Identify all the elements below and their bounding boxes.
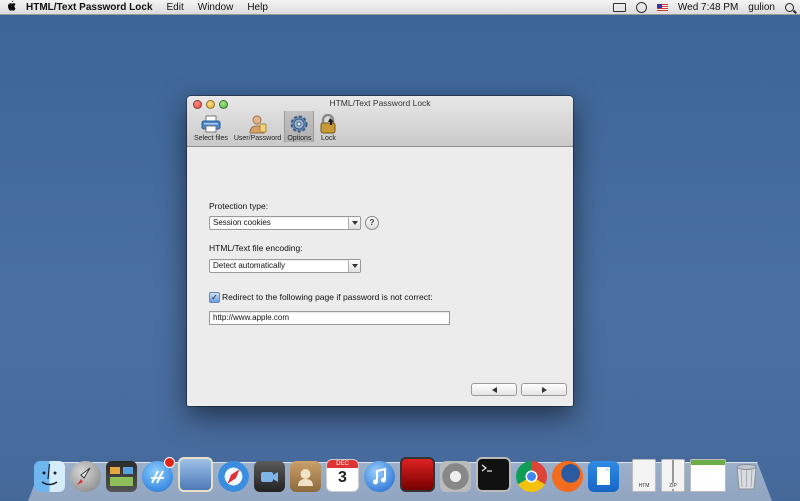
encoding-label: HTML/Text file encoding: [209, 243, 303, 253]
menu-edit[interactable]: Edit [167, 2, 184, 13]
calendar-day: 3 [338, 469, 347, 486]
redirect-checkbox[interactable]: ✓ [209, 292, 220, 303]
mission-control-icon[interactable] [106, 461, 137, 492]
file-label: ZIP [662, 483, 684, 489]
redirect-url-value: http://www.apple.com [213, 313, 290, 322]
next-button[interactable] [521, 383, 567, 396]
toolbar-label: Options [287, 135, 312, 142]
window-title: HTML/Text Password Lock [329, 98, 431, 108]
calendar-month: DEC [327, 460, 358, 468]
toolbar-label: Select files [194, 135, 228, 142]
toolbar-label: User/Password [233, 135, 282, 142]
apple-menu-icon[interactable] [0, 0, 22, 14]
safari-icon[interactable] [218, 461, 249, 492]
display-icon[interactable] [612, 2, 626, 12]
chevron-down-icon [348, 260, 360, 272]
document-app-icon[interactable] [588, 461, 619, 492]
app-menu[interactable]: HTML/Text Password Lock [26, 2, 153, 13]
user-key-icon [247, 114, 269, 134]
menu-help[interactable]: Help [247, 2, 268, 13]
input-source-flag-icon[interactable] [656, 3, 668, 11]
time-machine-icon[interactable] [635, 1, 647, 13]
toolbar-label: Lock [321, 135, 336, 142]
encoding-select[interactable]: Detect automatically [209, 259, 361, 273]
back-button[interactable] [471, 383, 517, 396]
protection-type-label: Protection type: [209, 201, 269, 211]
protection-type-value: Session cookies [213, 218, 271, 227]
app-store-icon[interactable] [142, 457, 175, 492]
toolbar-select-files[interactable]: Select files [191, 111, 231, 142]
web-page-icon[interactable] [690, 459, 726, 492]
photo-booth-icon[interactable] [400, 457, 435, 492]
chrome-icon[interactable] [516, 461, 547, 492]
arrow-right-icon [541, 386, 547, 393]
window-toolbar: HTML/Text Password Lock Select files Use… [187, 96, 573, 147]
itunes-icon[interactable] [364, 461, 395, 492]
spotlight-search-icon[interactable] [785, 2, 794, 12]
menu-user[interactable]: gulion [748, 2, 775, 13]
system-preferences-icon[interactable] [440, 461, 471, 492]
notification-badge [164, 457, 175, 468]
redirect-label: Redirect to the following page if passwo… [222, 292, 433, 302]
lock-icon [317, 114, 339, 134]
toolbar-lock[interactable]: Lock [314, 111, 342, 142]
file-label: HTM [638, 483, 650, 489]
toolbar-options[interactable]: Options [284, 111, 315, 142]
app-window: HTML/Text Password Lock Select files Use… [187, 96, 573, 406]
gear-icon [288, 114, 310, 134]
terminal-icon[interactable] [476, 457, 511, 492]
protection-type-select[interactable]: Session cookies [209, 216, 361, 230]
calendar-icon[interactable]: DEC 3 [326, 459, 359, 492]
menu-bar: HTML/Text Password Lock Edit Window Help… [0, 0, 800, 15]
facetime-icon[interactable] [254, 461, 285, 492]
trash-icon[interactable] [731, 461, 762, 492]
finder-icon[interactable] [34, 461, 65, 492]
encoding-value: Detect automatically [213, 261, 286, 270]
contacts-icon[interactable] [290, 461, 321, 492]
menu-window[interactable]: Window [198, 2, 234, 13]
arrow-left-icon [491, 386, 497, 393]
options-panel: Protection type: Session cookies ? HTML/… [187, 147, 573, 406]
firefox-icon[interactable] [552, 461, 583, 492]
launchpad-icon[interactable] [70, 461, 101, 492]
toolbar-user-password[interactable]: User/Password [231, 111, 284, 142]
zip-file-icon[interactable]: ZIP [661, 459, 685, 492]
chevron-down-icon [348, 217, 360, 229]
htm-file-icon[interactable]: HTM [632, 459, 656, 492]
preview-icon[interactable] [178, 457, 213, 492]
menu-clock[interactable]: Wed 7:48 PM [678, 2, 738, 13]
help-button[interactable]: ? [365, 216, 379, 230]
redirect-url-field[interactable]: http://www.apple.com [209, 311, 450, 325]
dock: DEC 3 HTM ZIP [34, 452, 766, 492]
printer-icon [200, 114, 222, 134]
